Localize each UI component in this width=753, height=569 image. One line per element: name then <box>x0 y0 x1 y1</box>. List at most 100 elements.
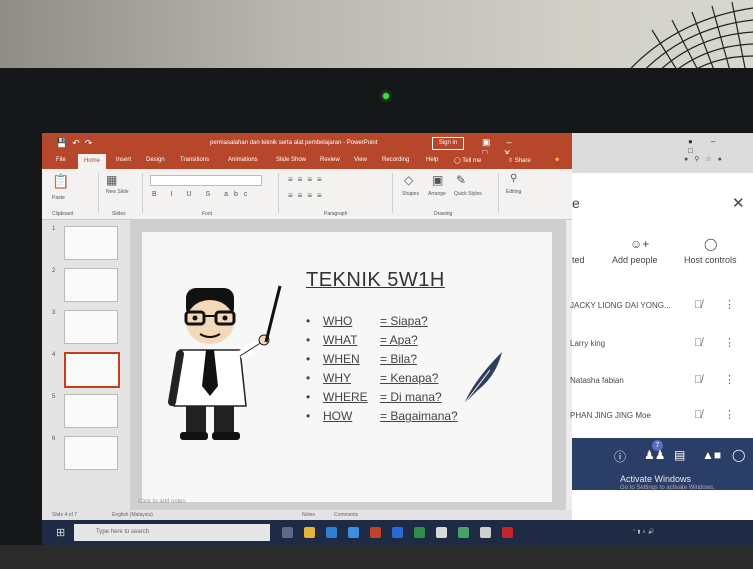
smiley-feedback-icon[interactable]: ☻ <box>554 157 560 163</box>
participants-icon[interactable]: ♟♟ <box>644 448 666 462</box>
file-explorer-icon[interactable] <box>304 527 315 538</box>
more-options-icon[interactable]: ⋮ <box>724 373 735 386</box>
mic-muted-icon[interactable]: 🎙̸ <box>694 409 702 421</box>
slide-title[interactable]: TEKNIK 5W1H <box>306 269 445 292</box>
tab-insert[interactable]: Insert <box>116 157 131 163</box>
participant-row[interactable]: Natasha fabian 🎙̸ ⋮ <box>570 368 753 394</box>
tab-design[interactable]: Design <box>146 157 165 163</box>
app-taskbar-icon[interactable] <box>458 527 469 538</box>
current-slide[interactable]: TEKNIK 5W1H • WHO = Siapa? • WHAT = Apa? • WH… <box>142 232 552 502</box>
tab-animations[interactable]: Animations <box>228 157 258 163</box>
shapes-label: Shapes <box>402 191 419 197</box>
browser-extension-icons[interactable]: ●⚲☆● <box>684 155 728 163</box>
edge-icon[interactable] <box>326 527 337 538</box>
question-meaning: = Bagaimana? <box>380 409 458 423</box>
slide-thumbnail-2[interactable] <box>64 268 118 302</box>
browser-window-controls[interactable]: ●–□ <box>688 137 753 155</box>
shapes-icon[interactable]: ◇ <box>404 173 413 187</box>
add-people-button[interactable]: Add people <box>612 255 658 265</box>
bullet-dot: • <box>306 371 311 385</box>
tell-me-search[interactable]: ◯ Tell me <box>454 157 481 164</box>
windows-taskbar: ⊞ Type here to search ⌃ ▮ ♬ 🔊 <box>42 520 753 545</box>
slide-thumbnail-1[interactable] <box>64 226 118 260</box>
align-buttons[interactable]: ≡≡≡≡ <box>288 191 327 200</box>
participant-row[interactable]: PHAN JING JING Moe 🎙̸ ⋮ <box>570 403 753 429</box>
tab-transitions[interactable]: Transitions <box>180 157 209 163</box>
tab-home[interactable]: Home <box>78 154 107 169</box>
host-controls-button[interactable]: Host controls <box>684 255 737 265</box>
store-icon[interactable] <box>348 527 359 538</box>
new-slide-label: New Slide <box>106 189 129 195</box>
slide-thumbnail-6[interactable] <box>64 436 118 470</box>
tab-slide-show[interactable]: Slide Show <box>276 157 306 163</box>
more-options-icon[interactable]: ⋮ <box>724 298 735 311</box>
tab-review[interactable]: Review <box>320 157 340 163</box>
paste-label: Paste <box>52 195 65 201</box>
participant-row[interactable]: JACKY LIONG DAI YONG... 🎙̸ ⋮ <box>570 293 753 319</box>
question-word: WHERE <box>323 390 368 404</box>
tab-recording[interactable]: Recording <box>382 157 409 163</box>
thumb-number: 2 <box>52 268 56 274</box>
mic-muted-icon[interactable]: 🎙̸ <box>694 337 702 349</box>
search-icon[interactable]: ⚲ <box>510 173 517 184</box>
question-meaning: = Bila? <box>380 352 418 366</box>
question-word: WHEN <box>323 352 360 366</box>
browser-toolbar: ●–□ ●⚲☆● <box>572 133 753 173</box>
quick-styles-icon[interactable]: ✎ <box>456 173 466 187</box>
tab-file[interactable]: File <box>56 157 66 163</box>
slide-thumbnail-4[interactable] <box>64 352 120 388</box>
add-person-icon[interactable]: ☺+ <box>630 237 649 251</box>
task-view-icon[interactable] <box>282 527 293 538</box>
quick-access-toolbar[interactable]: 💾↶↷ <box>56 138 97 149</box>
chat-icon[interactable]: ▤ <box>674 448 685 462</box>
mic-muted-icon[interactable]: 🎙̸ <box>694 299 702 311</box>
share-button[interactable]: ⇧ Share <box>508 157 531 164</box>
font-format-buttons[interactable]: B I U S abc <box>152 191 253 198</box>
powerpoint-taskbar-icon[interactable] <box>370 527 381 538</box>
chrome-taskbar-icon[interactable] <box>436 527 447 538</box>
bullet-dot: • <box>306 409 311 423</box>
slide-thumbnails: 1 2 3 4 5 6 <box>42 220 130 510</box>
security-icon[interactable]: ◯ <box>732 448 745 462</box>
font-name-box[interactable] <box>150 175 262 186</box>
apps-icon[interactable]: ▲■ <box>702 448 721 462</box>
paragraph-buttons[interactable]: ≡≡≡≡ <box>288 175 327 184</box>
notes-toggle[interactable]: Notes <box>302 512 315 518</box>
toggle-icon[interactable]: ◯ <box>704 237 717 251</box>
mic-muted-icon[interactable]: 🎙̸ <box>694 374 702 386</box>
new-slide-icon[interactable]: ▦ <box>106 173 117 187</box>
windows-start-icon[interactable]: ⊞ <box>56 526 65 539</box>
paste-icon[interactable]: 📋 <box>52 173 69 190</box>
app-taskbar-icon[interactable] <box>480 527 491 538</box>
group-clipboard: Clipboard <box>52 211 74 217</box>
invited-label[interactable]: ted <box>572 255 585 265</box>
acrobat-taskbar-icon[interactable] <box>502 527 513 538</box>
comments-toggle[interactable]: Comments <box>334 512 358 518</box>
question-meaning: = Di mana? <box>380 390 442 404</box>
excel-taskbar-icon[interactable] <box>414 527 425 538</box>
tab-help[interactable]: Help <box>426 157 438 163</box>
system-tray[interactable]: ⌃ ▮ ♬ 🔊 <box>632 529 654 535</box>
arrange-label: Arrange <box>428 191 446 197</box>
arrange-icon[interactable]: ▣ <box>432 173 443 187</box>
close-icon[interactable]: ✕ <box>732 194 745 212</box>
info-icon[interactable]: ⓘ <box>614 448 626 465</box>
taskbar-search-box[interactable]: Type here to search <box>74 524 270 541</box>
slide-thumbnail-5[interactable] <box>64 394 118 428</box>
question-word: HOW <box>323 409 353 423</box>
divider <box>392 173 393 213</box>
participant-row[interactable]: Larry king 🎙̸ ⋮ <box>570 331 753 357</box>
question-meaning: = Siapa? <box>380 314 428 328</box>
word-taskbar-icon[interactable] <box>392 527 403 538</box>
powerpoint-status-bar: Slide 4 of 7 English (Malaysia) Notes Co… <box>42 510 572 520</box>
language-indicator[interactable]: English (Malaysia) <box>112 512 153 518</box>
sign-in-button[interactable]: Sign in <box>432 137 464 150</box>
slide-thumbnail-3[interactable] <box>64 310 118 344</box>
document-title: permasalahan dan teknik serta alat pembe… <box>210 140 378 146</box>
notes-placeholder[interactable]: Click to add notes <box>138 499 186 505</box>
activate-windows-text: Activate Windows <box>620 474 692 484</box>
more-options-icon[interactable]: ⋮ <box>724 408 735 421</box>
question-meaning: = Apa? <box>380 333 418 347</box>
tab-view[interactable]: View <box>354 157 367 163</box>
more-options-icon[interactable]: ⋮ <box>724 336 735 349</box>
